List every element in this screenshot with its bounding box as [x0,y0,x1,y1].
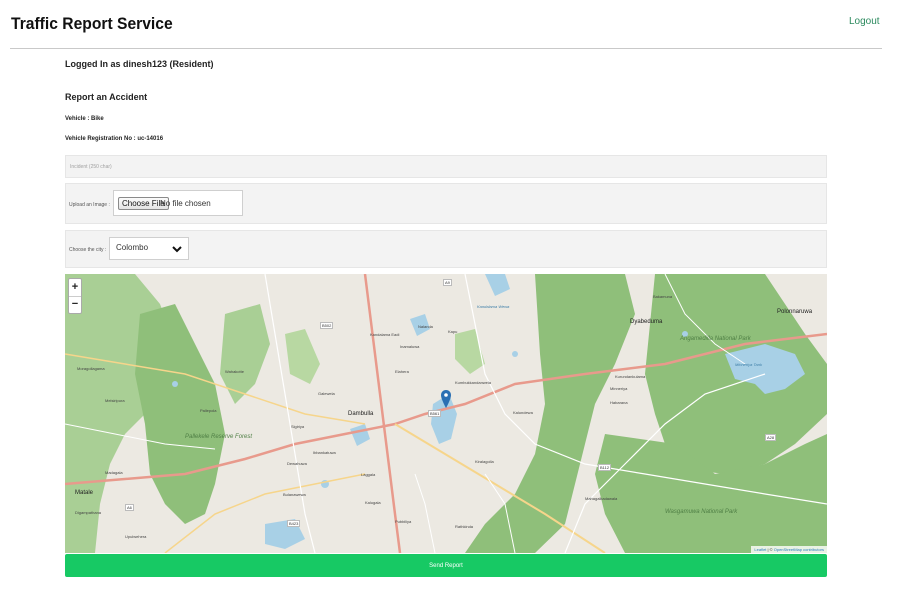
city-selected-value: Colombo [116,243,149,252]
map-label-kumbukkandanwela: Kumbukkandanwela [455,380,492,385]
map-label-bakamuna: Bakamuna [653,294,673,299]
map-label-kiralagolla: Kiralagolla [475,459,494,464]
city-label: Choose the city : [69,247,107,253]
map-label-lake-2: Kandalama Wewa [477,304,510,309]
form-title: Report an Accident [65,92,148,102]
map-label-dyabeduma: Dyabeduma [630,319,663,325]
header-divider [10,48,882,49]
incident-field-container [65,155,827,178]
app-title: Traffic Report Service [11,14,173,33]
city-field-container: Choose the city : Colombo [65,230,827,268]
map-label-kalundewa: Kalundewa [513,410,533,415]
map-label-nalanda: Nalanda [418,324,433,329]
map-label-polonnaruwa: Polonnaruwa [777,309,813,315]
chevron-down-icon [172,246,182,253]
logged-in-status: Logged In as dinesh123 (Resident) [65,59,214,69]
map-label-kurundankulama: Kurundankulama [615,374,646,379]
road-badge-a9: A9 [443,279,452,286]
leaflet-link[interactable]: Leaflet [754,547,766,552]
attribution-separator: | © [766,547,774,552]
map-label-laggala: Laggala [361,472,376,477]
map-label-pubbiliya: Pubbiliya [395,519,412,524]
logout-link[interactable]: Logout [849,16,880,27]
map-label-rathkinda: Rathkinda [455,524,474,529]
osm-link[interactable]: OpenStreetMap contributors [774,547,824,552]
page: Traffic Report Service Logout Logged In … [0,0,900,600]
map-label-digampathana: Digampathana [75,510,102,515]
map-label-upulwehera: Upulwehera [125,534,147,539]
file-status: No file chosen [160,199,211,208]
road-badge-a28: A28 [765,434,777,441]
road-badge-b561: B561 [428,410,442,417]
map-label-kapu: Kapu [448,329,458,334]
map-label-ibbankatuwa: Ibbankatuwa [313,450,336,455]
map-label-elahera: Elahera [395,369,409,374]
registration-info: Vehicle Registration No : uc-14016 [65,136,164,142]
map-label-wahakotte: Wahakotte [225,369,244,374]
road-badge-b112: B112 [598,464,612,471]
map-label-pallepola: Pallepola [200,408,217,413]
map-label-madagala: Madagala [105,470,123,475]
map-label-dewahuwa: Dewahuwa [287,461,307,466]
map-label-moragollagama: Moragollagama [77,366,105,371]
map-label-sigiriya: Sigiriya [291,424,305,429]
map-attribution: Leaflet | © OpenStreetMap contributors [751,546,827,553]
road-badge-b502: B502 [320,322,334,329]
map-label-dambulla: Dambulla [348,411,374,417]
map-label-inamaluwa: Inamaluwa [400,344,420,349]
map-label-kalugala: Kalugala [365,500,381,505]
map-pin-icon[interactable] [441,390,451,408]
map-label-lake-1: Minneriya Tank [735,362,762,367]
map-label-park-2: Wasgamuwa National Park [665,509,738,515]
map-label-galewela: Galewela [318,391,335,396]
map-label-mahagalkadawala: Mahagalkadawala [585,496,618,501]
file-input[interactable]: Choose File No file chosen [113,190,243,216]
map-label-melsiripura: Melsiripura [105,398,125,403]
road-badge-b423: B423 [287,520,301,527]
upload-field-container: Upload an Image : Choose File No file ch… [65,183,827,224]
map-label-matale: Matale [75,490,94,496]
zoom-control: + − [68,278,82,314]
map-label-bulanawewa: Bulanawewa [283,492,306,497]
map[interactable]: Dambulla Matale Digampathana Polonnaruwa… [65,274,827,553]
map-label-park-1: Angamedilla National Park [680,336,751,342]
send-report-button[interactable]: Send Report [65,554,827,577]
city-select[interactable]: Colombo [109,237,189,260]
map-label-habarana: Habarana [610,400,628,405]
road-badge-a6: A6 [125,504,134,511]
zoom-out-button[interactable]: − [69,296,81,312]
map-label-minneriya: Minneriya [610,386,628,391]
vehicle-info: Vehicle : Bike [65,116,104,122]
upload-label: Upload an Image : [69,202,110,208]
incident-input[interactable] [66,156,826,177]
map-label-kandalama: Kandalama Eadi [370,332,400,337]
zoom-in-button[interactable]: + [69,279,81,297]
map-label-park-3: Pallekele Reserve Forest [185,434,253,440]
